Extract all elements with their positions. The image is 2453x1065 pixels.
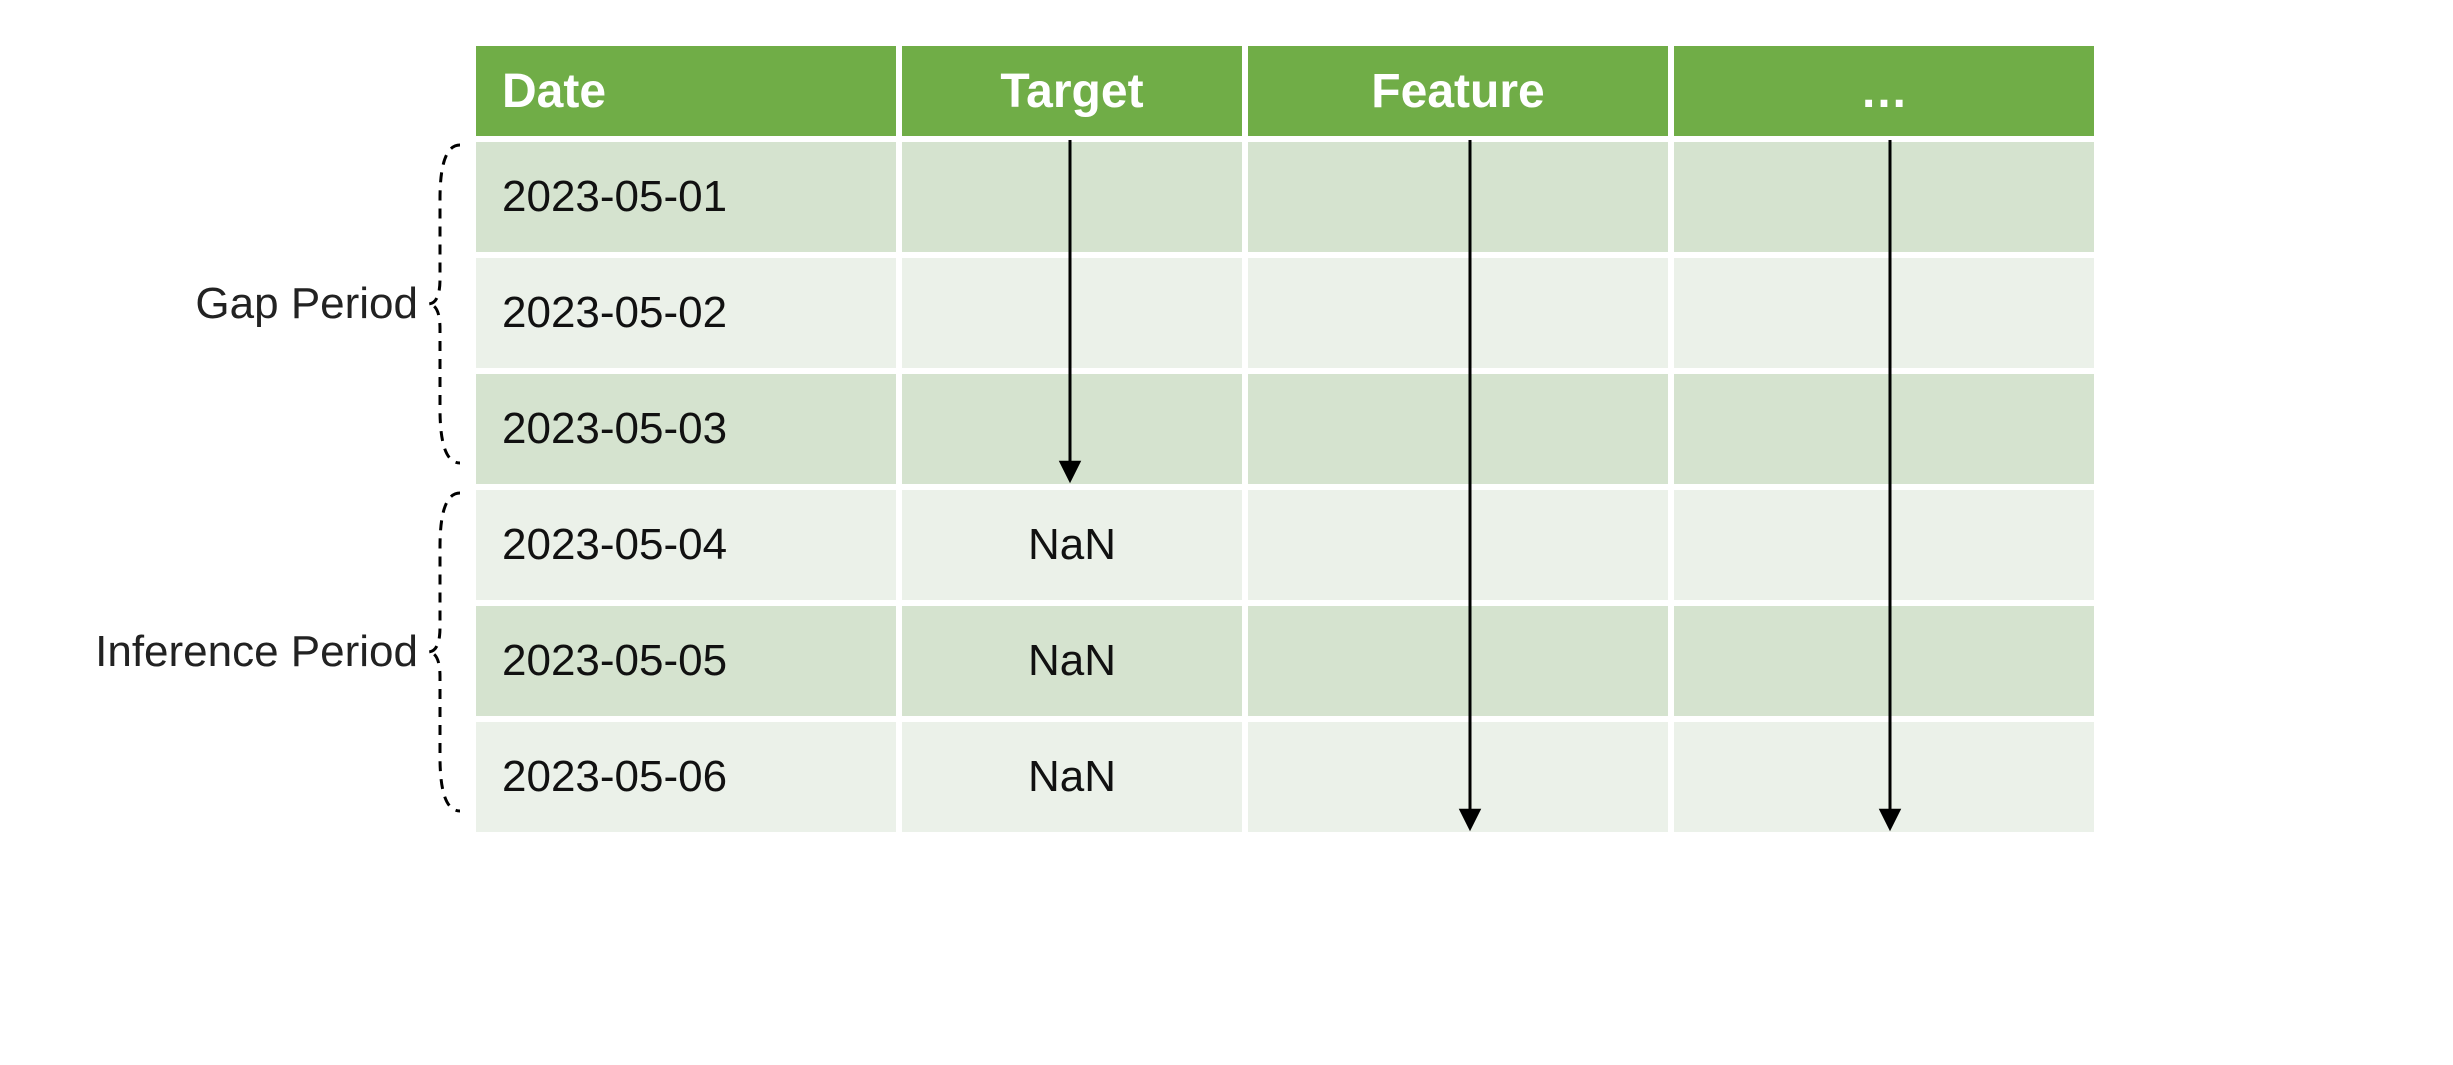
diagram-root: Gap Period Inference Period Date Target: [40, 40, 2413, 838]
cell-target: NaN: [902, 606, 1242, 716]
cell-feature: [1248, 374, 1668, 484]
table-row: 2023-05-04 NaN: [476, 490, 2094, 600]
cell-date: 2023-05-03: [476, 374, 896, 484]
table-row: 2023-05-05 NaN: [476, 606, 2094, 716]
cell-target: [902, 374, 1242, 484]
cell-feature: [1248, 490, 1668, 600]
cell-date: 2023-05-02: [476, 258, 896, 368]
cell-more: [1674, 490, 2094, 600]
inference-period-label: Inference Period: [95, 627, 418, 677]
data-table: Date Target Feature … 2023-05-01 2023-05…: [470, 40, 2100, 838]
cell-date: 2023-05-06: [476, 722, 896, 832]
cell-feature: [1248, 258, 1668, 368]
gap-period-label-block: Gap Period: [40, 130, 470, 478]
cell-date: 2023-05-05: [476, 606, 896, 716]
cell-more: [1674, 142, 2094, 252]
cell-date: 2023-05-01: [476, 142, 896, 252]
gap-period-label: Gap Period: [195, 279, 418, 329]
cell-more: [1674, 374, 2094, 484]
cell-target: [902, 142, 1242, 252]
cell-target: NaN: [902, 722, 1242, 832]
cell-feature: [1248, 606, 1668, 716]
inference-period-label-block: Inference Period: [40, 478, 470, 826]
header-target: Target: [902, 46, 1242, 136]
cell-feature: [1248, 722, 1668, 832]
cell-target: NaN: [902, 490, 1242, 600]
cell-date: 2023-05-04: [476, 490, 896, 600]
period-labels: Gap Period Inference Period: [40, 40, 470, 826]
table-row: 2023-05-06 NaN: [476, 722, 2094, 832]
table-container: Date Target Feature … 2023-05-01 2023-05…: [470, 40, 2100, 838]
header-row: Date Target Feature …: [476, 46, 2094, 136]
header-feature: Feature: [1248, 46, 1668, 136]
header-more: …: [1674, 46, 2094, 136]
brace-icon: [424, 487, 470, 817]
table-row: 2023-05-03: [476, 374, 2094, 484]
brace-icon: [424, 139, 470, 469]
table-row: 2023-05-01: [476, 142, 2094, 252]
cell-more: [1674, 722, 2094, 832]
table-row: 2023-05-02: [476, 258, 2094, 368]
cell-more: [1674, 606, 2094, 716]
cell-target: [902, 258, 1242, 368]
cell-more: [1674, 258, 2094, 368]
header-date: Date: [476, 46, 896, 136]
cell-feature: [1248, 142, 1668, 252]
